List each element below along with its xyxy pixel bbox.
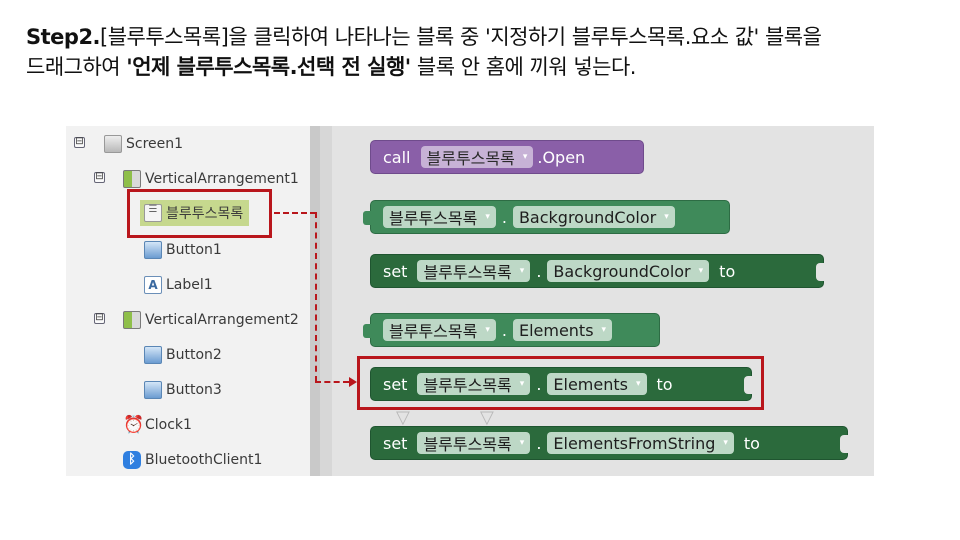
blocks-editor-screenshot: ⊟ Screen1 ⊟ VerticalArrangement1 ☰ 블루투스목… bbox=[66, 126, 874, 476]
dropdown-label: 블루투스목록 bbox=[389, 322, 478, 341]
dropdown-label: 블루투스목록 bbox=[426, 149, 515, 168]
bluetooth-icon: ᛒ bbox=[123, 451, 141, 469]
tree-item-label: Screen1 bbox=[126, 136, 184, 152]
target-block-highlight-box bbox=[357, 356, 764, 410]
block-keyword: call bbox=[383, 147, 411, 167]
dot-separator: . bbox=[501, 207, 507, 227]
tree-item-screen1[interactable]: Screen1 bbox=[104, 131, 183, 157]
tree-item-label: Button1 bbox=[166, 242, 222, 258]
component-dropdown[interactable]: 블루투스목록 ▾ bbox=[417, 432, 531, 454]
dropdown-arrow-icon: ▾ bbox=[485, 325, 490, 335]
tree-item-label: Button3 bbox=[166, 382, 222, 398]
tree-item-label: Button2 bbox=[166, 347, 222, 363]
ghost-connector-icon: ▽ bbox=[396, 407, 410, 428]
tree-item-label: VerticalArrangement2 bbox=[145, 312, 299, 328]
component-tree: ⊟ Screen1 ⊟ VerticalArrangement1 ☰ 블루투스목… bbox=[66, 126, 310, 476]
vertical-arrangement-icon bbox=[123, 311, 141, 329]
dropdown-arrow-icon: ▾ bbox=[519, 438, 525, 448]
dot-separator: . bbox=[536, 433, 542, 453]
tree-item-label: BluetoothClient1 bbox=[145, 452, 263, 468]
dropdown-label: BackgroundColor bbox=[518, 207, 657, 227]
tree-item-button3[interactable]: Button3 bbox=[144, 377, 222, 403]
dropdown-arrow-icon: ▾ bbox=[664, 212, 669, 222]
tree-item-label1[interactable]: A Label1 bbox=[144, 272, 213, 298]
button-icon bbox=[144, 381, 162, 399]
to-label: to bbox=[719, 261, 736, 281]
dropdown-label: 블루투스목록 bbox=[423, 263, 512, 282]
dot-separator: . bbox=[501, 320, 507, 340]
arrow-head-icon bbox=[349, 377, 357, 387]
dropdown-arrow-icon: ▾ bbox=[519, 266, 525, 276]
instruction-line-1: Step2.[블루투스목록]을 클릭하여 나타나는 블록 중 '지정하기 블루투… bbox=[26, 22, 946, 52]
step-label: Step2. bbox=[26, 25, 101, 49]
listpicker-highlight-box bbox=[127, 189, 272, 238]
dropdown-label: Elements bbox=[518, 320, 594, 340]
method-name: .Open bbox=[537, 147, 586, 167]
component-dropdown[interactable]: 블루투스목록 ▾ bbox=[383, 206, 496, 228]
screen-icon bbox=[104, 135, 122, 153]
dropdown-arrow-icon: ▾ bbox=[698, 266, 704, 276]
dropdown-arrow-icon: ▾ bbox=[723, 438, 728, 448]
dropdown-label: ElementsFromString bbox=[553, 433, 716, 453]
property-dropdown[interactable]: ElementsFromString ▾ bbox=[547, 432, 734, 454]
component-dropdown[interactable]: 블루투스목록 ▾ bbox=[417, 260, 531, 282]
tree-item-label: Label1 bbox=[166, 277, 213, 293]
getter-elements-block[interactable]: 블루투스목록 ▾ . Elements ▾ bbox=[363, 313, 660, 347]
connector-line bbox=[315, 212, 317, 382]
dropdown-label: BackgroundColor bbox=[553, 261, 691, 281]
to-label: to bbox=[743, 433, 760, 453]
property-dropdown[interactable]: Elements ▾ bbox=[512, 319, 613, 341]
block-keyword: set bbox=[383, 433, 408, 453]
dropdown-label: 블루투스목록 bbox=[389, 209, 478, 228]
dropdown-arrow-icon: ▾ bbox=[601, 325, 607, 335]
tree-item-label: VerticalArrangement1 bbox=[145, 171, 299, 187]
setter-backgroundcolor-block[interactable]: set 블루투스목록 ▾ . BackgroundColor ▾ to bbox=[370, 254, 824, 288]
tree-item-label: Clock1 bbox=[145, 417, 192, 433]
instruction-block-name: '언제 블루투스목록.선택 전 실행' bbox=[126, 55, 411, 79]
collapse-toggle-screen1[interactable]: ⊟ bbox=[74, 137, 85, 148]
ghost-connector-icon: ▽ bbox=[480, 407, 494, 428]
instruction-text: Step2.[블루투스목록]을 클릭하여 나타나는 블록 중 '지정하기 블루투… bbox=[26, 22, 946, 82]
workspace-edge bbox=[320, 126, 332, 476]
collapse-toggle-va2[interactable]: ⊟ bbox=[94, 313, 105, 324]
dropdown-arrow-icon: ▾ bbox=[522, 152, 528, 162]
tree-item-verticalarrangement2[interactable]: VerticalArrangement2 bbox=[123, 307, 299, 333]
instruction-line-2-post: 블록 안 홈에 끼워 넣는다. bbox=[410, 55, 637, 79]
tree-item-button1[interactable]: Button1 bbox=[144, 237, 222, 263]
button-icon bbox=[144, 241, 162, 259]
instruction-line-1-text: [블루투스목록]을 클릭하여 나타나는 블록 중 '지정하기 블루투스목록.요소… bbox=[100, 25, 822, 49]
property-dropdown[interactable]: BackgroundColor ▾ bbox=[547, 260, 710, 282]
component-dropdown[interactable]: 블루투스목록 ▾ bbox=[420, 146, 534, 168]
call-open-block[interactable]: call 블루투스목록 ▾ .Open bbox=[370, 140, 644, 174]
tree-item-clock1[interactable]: ⏰ Clock1 bbox=[123, 412, 192, 438]
dropdown-arrow-icon: ▾ bbox=[485, 212, 490, 222]
clock-icon: ⏰ bbox=[123, 415, 145, 435]
setter-elementsfromstring-block[interactable]: set 블루투스목록 ▾ . ElementsFromString ▾ to bbox=[370, 426, 848, 460]
tree-item-bluetoothclient1[interactable]: ᛒ BluetoothClient1 bbox=[123, 447, 262, 473]
component-dropdown[interactable]: 블루투스목록 ▾ bbox=[383, 319, 496, 341]
button-icon bbox=[144, 346, 162, 364]
dropdown-label: 블루투스목록 bbox=[423, 435, 512, 454]
vertical-arrangement-icon bbox=[123, 170, 141, 188]
tree-item-button2[interactable]: Button2 bbox=[144, 342, 222, 368]
instruction-line-2-pre: 드래그하여 bbox=[26, 55, 127, 79]
collapse-toggle-va1[interactable]: ⊟ bbox=[94, 172, 105, 183]
property-dropdown[interactable]: BackgroundColor ▾ bbox=[512, 206, 675, 228]
dot-separator: . bbox=[536, 261, 542, 281]
label-icon: A bbox=[144, 276, 162, 294]
getter-backgroundcolor-block[interactable]: 블루투스목록 ▾ . BackgroundColor ▾ bbox=[363, 200, 730, 234]
instruction-line-2: 드래그하여 '언제 블루투스목록.선택 전 실행' 블록 안 홈에 끼워 넣는다… bbox=[26, 52, 946, 82]
connector-line bbox=[274, 212, 316, 214]
connector-line bbox=[315, 381, 349, 383]
block-keyword: set bbox=[383, 261, 408, 281]
